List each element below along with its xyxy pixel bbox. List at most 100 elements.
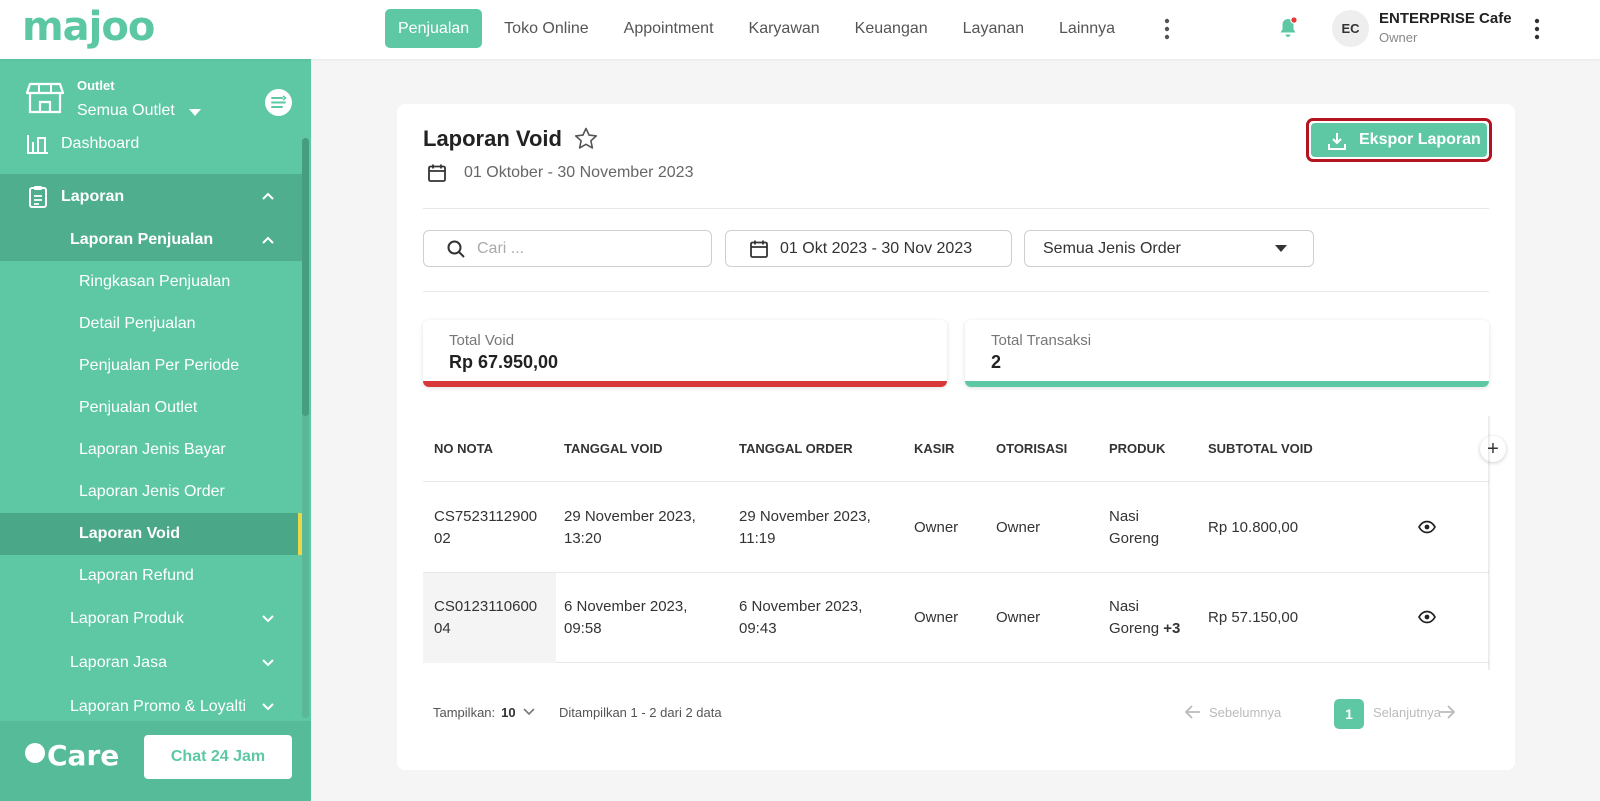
calendar-icon [750,240,768,258]
table-scroll-shadow [1488,416,1491,670]
nav-keuangan[interactable]: Keuangan [842,9,941,48]
add-column-button[interactable]: + [1480,436,1506,462]
nav-lainnya[interactable]: Lainnya [1046,9,1128,48]
produk-extra-count[interactable]: +3 [1163,620,1180,637]
cell-tanggal-order: 6 November 2023, 09:43 [739,598,863,637]
sidebar-item-penjualan-outlet[interactable]: Penjualan Outlet [0,387,302,429]
order-type-value: Semua Jenis Order [1043,240,1181,257]
eye-icon[interactable] [1418,520,1436,534]
cell-tanggal-void: 29 November 2023, 13:20 [564,508,696,547]
sidebar-item-detail-penjualan[interactable]: Detail Penjualan [0,303,302,345]
menu-collapse-icon [271,95,287,108]
pagination-prev[interactable]: Sebelumnya [1209,705,1281,720]
search-input[interactable]: Cari ... [423,230,712,267]
cell-no-nota: CS0123110600 04 [434,598,538,637]
total-void-value: Rp 67.950,00 [449,352,559,372]
cell-tanggal-void: 6 November 2023, 09:58 [564,598,688,637]
arrow-right-icon[interactable] [1437,702,1457,722]
user-name[interactable]: ENTERPRISE Cafe [1379,10,1512,27]
table-row[interactable]: CS0123110600 04 6 November 2023, 09:58 6 N… [423,573,1489,663]
user-more-icon[interactable] [1530,17,1544,41]
report-card: Laporan Void 01 Oktober - 30 November 20… [397,104,1515,770]
care-bar: Care Chat 24 Jam [0,721,311,801]
sidebar-item-laporan[interactable]: Laporan [0,174,302,219]
sidebar-item-label: Detail Penjualan [79,315,196,332]
star-icon[interactable] [573,126,599,152]
care-logo-icon [25,743,45,763]
top-bar: majoo Penjualan Toko Online Appointment … [0,0,1600,59]
report-date-range: 01 Oktober - 30 November 2023 [464,164,694,181]
sidebar-item-label: Ringkasan Penjualan [79,273,231,290]
page-size-selector[interactable]: Tampilkan: 10 [433,705,535,720]
chat-24-jam-button[interactable]: Chat 24 Jam [144,735,292,779]
cell-subtotal-void: Rp 57.150,00 [1208,609,1299,626]
sidebar: Outlet Semua Outlet Dashboard Laporan La… [0,59,311,801]
avatar[interactable]: EC [1332,10,1369,47]
sidebar-item-laporan-promo-loyalti[interactable]: Laporan Promo & Loyalti [0,685,302,721]
col-subtotal-void[interactable]: SUBTOTAL VOID [1208,416,1313,482]
sidebar-item-label: Penjualan Outlet [79,399,198,416]
sidebar-item-label: Laporan Jenis Order [79,483,225,500]
col-tanggal-order[interactable]: TANGGAL ORDER [739,416,853,482]
user-role: Owner [1379,30,1418,45]
eye-icon[interactable] [1418,610,1436,624]
cell-kasir: Owner [914,519,959,536]
sidebar-item-label: Laporan Produk [70,610,184,627]
main-content: Laporan Void 01 Oktober - 30 November 20… [311,59,1600,801]
sidebar-item-label: Laporan Jenis Bayar [79,441,226,458]
search-icon [447,240,465,258]
more-vertical-icon[interactable] [1160,17,1174,41]
chevron-up-icon [262,236,274,244]
notification-bell-icon[interactable] [1276,16,1300,40]
sidebar-scrollbar-thumb[interactable] [302,138,309,416]
cell-kasir: Owner [914,609,959,626]
date-range-value: 01 Okt 2023 - 30 Nov 2023 [780,240,973,257]
sidebar-item-laporan-jasa[interactable]: Laporan Jasa [0,641,302,685]
arrow-left-icon[interactable] [1183,702,1203,722]
sidebar-item-dashboard[interactable]: Dashboard [0,131,302,165]
divider [423,208,1489,209]
date-range-picker[interactable]: 01 Okt 2023 - 30 Nov 2023 [725,230,1012,267]
export-report-button[interactable]: Ekspor Laporan [1306,118,1492,162]
chevron-down-icon [523,708,535,716]
caret-down-icon[interactable] [189,109,201,116]
total-transaksi-value: 2 [991,352,1002,372]
sidebar-item-label: Laporan Void [79,525,181,542]
pagination-info: Ditampilkan 1 - 2 dari 2 data [559,705,722,720]
void-table: NO NOTA TANGGAL VOID TANGGAL ORDER KASIR… [423,416,1506,674]
col-otorisasi[interactable]: OTORISASI [996,416,1067,482]
total-void-label: Total Void [449,332,515,349]
sidebar-item-laporan-jenis-bayar[interactable]: Laporan Jenis Bayar [0,429,302,471]
col-no-nota[interactable]: NO NOTA [434,416,493,482]
clipboard-icon [29,186,47,208]
order-type-select[interactable]: Semua Jenis Order [1024,230,1314,267]
sidebar-collapse-button[interactable] [265,89,292,116]
col-tanggal-void[interactable]: TANGGAL VOID [564,416,662,482]
col-kasir[interactable]: KASIR [914,416,954,482]
nav-toko-online[interactable]: Toko Online [491,9,602,48]
pagination-page-1[interactable]: 1 [1334,699,1364,729]
nav-layanan[interactable]: Layanan [950,9,1037,48]
sidebar-item-ringkasan-penjualan[interactable]: Ringkasan Penjualan [0,261,302,303]
nav-karyawan[interactable]: Karyawan [736,9,833,48]
divider [423,291,1489,292]
pagination-next[interactable]: Selanjutnya [1373,705,1441,720]
majoo-logo[interactable]: majoo [22,4,155,50]
sidebar-item-laporan-void[interactable]: Laporan Void [0,513,302,555]
total-void-bar [423,381,947,387]
nav-appointment[interactable]: Appointment [611,9,727,48]
sidebar-item-laporan-refund[interactable]: Laporan Refund [0,555,302,597]
table-row[interactable]: CS7523112900 02 29 November 2023, 13:20 29… [423,483,1489,573]
sidebar-item-laporan-penjualan[interactable]: Laporan Penjualan [0,219,302,261]
care-logo: Care [25,739,119,772]
sidebar-item-label: Laporan Penjualan [70,231,214,248]
col-produk[interactable]: PRODUK [1109,416,1165,482]
search-placeholder: Cari ... [477,240,525,257]
nav-penjualan[interactable]: Penjualan [385,9,483,48]
sidebar-item-laporan-produk[interactable]: Laporan Produk [0,597,302,641]
sidebar-item-penjualan-per-periode[interactable]: Penjualan Per Periode [0,345,302,387]
chevron-down-icon [262,703,274,711]
export-button-label: Ekspor Laporan [1359,131,1481,148]
outlet-selector[interactable]: Semua Outlet [77,102,175,120]
sidebar-item-laporan-jenis-order[interactable]: Laporan Jenis Order [0,471,302,513]
